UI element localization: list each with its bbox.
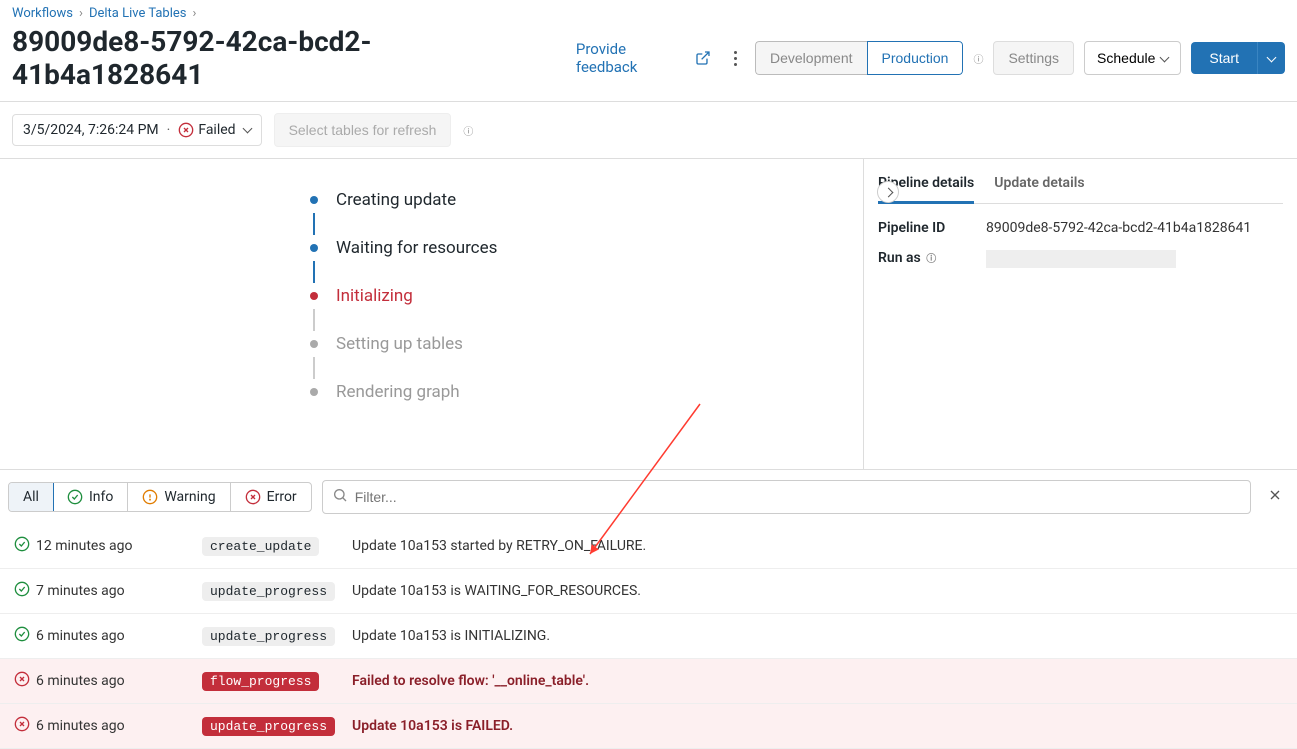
step-label: Rendering graph (336, 382, 460, 402)
log-filter-input[interactable] (322, 480, 1251, 514)
log-time: 6 minutes ago (36, 673, 202, 689)
log-message: Update 10a153 is INITIALIZING. (352, 628, 550, 644)
env-toggle: Development Production (755, 41, 963, 75)
breadcrumb-sep-icon: › (79, 6, 83, 21)
success-icon (67, 489, 83, 505)
log-tag: update_progress (202, 627, 335, 646)
log-message: Failed to resolve flow: '__online_table'… (352, 673, 589, 689)
log-tag: create_update (202, 537, 319, 556)
refresh-info-icon[interactable]: ⓘ (463, 123, 473, 138)
breadcrumb-dlt[interactable]: Delta Live Tables (89, 6, 187, 21)
schedule-button[interactable]: Schedule (1084, 41, 1181, 75)
progress-panel: Creating update Waiting for resources In… (0, 159, 863, 469)
page-title: 89009de8-5792-42ca-bcd2-41b4a1828641 (12, 25, 562, 91)
log-filter-label: Warning (164, 489, 215, 505)
start-button[interactable]: Start (1191, 42, 1257, 74)
start-dropdown-button[interactable] (1257, 42, 1285, 74)
log-row[interactable]: 6 minutes agoupdate_progress Update 10a15… (0, 614, 1297, 659)
warning-icon (142, 489, 158, 505)
step-waiting-resources: Waiting for resources (310, 235, 863, 261)
production-button[interactable]: Production (867, 41, 964, 75)
log-filter-info[interactable]: Info (53, 483, 128, 511)
separator-dot-icon: · (167, 122, 171, 138)
success-icon (14, 581, 36, 601)
log-filter-all[interactable]: All (8, 482, 54, 512)
log-time: 6 minutes ago (36, 628, 202, 644)
run-status-label: Failed (198, 122, 235, 138)
log-message: Update 10a153 started by RETRY_ON_FAILUR… (352, 538, 646, 554)
chevron-down-icon (1161, 50, 1168, 66)
close-log-panel-button[interactable] (1261, 483, 1289, 511)
error-icon (245, 489, 261, 505)
external-link-icon (695, 50, 711, 66)
chevron-down-icon (1268, 51, 1275, 66)
log-time: 6 minutes ago (36, 718, 202, 734)
log-tag: update_progress (202, 717, 335, 736)
log-row[interactable]: 12 minutes agocreate_update Update 10a153… (0, 524, 1297, 569)
pipeline-id-value: 89009de8-5792-42ca-bcd2-41b4a1828641 (986, 220, 1251, 236)
step-creating-update: Creating update (310, 187, 863, 213)
log-row[interactable]: 6 minutes agoupdate_progress Update 10a15… (0, 704, 1297, 749)
run-as-info-icon[interactable]: ⓘ (926, 254, 936, 265)
run-as-label: Run as ⓘ (878, 250, 986, 268)
step-label: Setting up tables (336, 334, 463, 354)
kebab-menu-icon[interactable] (725, 51, 745, 66)
log-time: 7 minutes ago (36, 583, 202, 599)
log-filter-label: Error (267, 489, 297, 505)
log-filter-label: Info (89, 489, 113, 505)
env-info-icon[interactable]: ⓘ (973, 51, 983, 66)
success-icon (14, 626, 36, 646)
collapse-side-panel-button[interactable] (877, 181, 899, 203)
step-label: Creating update (336, 190, 456, 210)
error-icon (14, 671, 36, 691)
log-row[interactable]: 6 minutes agoflow_progress Failed to reso… (0, 659, 1297, 704)
step-setting-up-tables: Setting up tables (310, 331, 863, 357)
breadcrumb-sep-icon: › (193, 6, 197, 21)
schedule-label: Schedule (1097, 50, 1155, 66)
development-button[interactable]: Development (755, 41, 867, 75)
provide-feedback-link[interactable]: Provide feedback (576, 40, 711, 76)
log-message: Update 10a153 is WAITING_FOR_RESOURCES. (352, 583, 641, 599)
run-selector[interactable]: 3/5/2024, 7:26:24 PM · Failed (12, 114, 262, 146)
search-icon (332, 487, 348, 507)
log-row[interactable]: 7 minutes agoupdate_progress Update 10a15… (0, 569, 1297, 614)
run-as-value-redacted (986, 250, 1176, 268)
chevron-right-icon (885, 185, 892, 200)
run-timestamp: 3/5/2024, 7:26:24 PM (23, 122, 159, 138)
step-label: Waiting for resources (336, 238, 497, 258)
tab-update-details[interactable]: Update details (994, 169, 1084, 203)
success-icon (14, 536, 36, 556)
step-rendering-graph: Rendering graph (310, 379, 863, 405)
log-filter-warning[interactable]: Warning (128, 483, 230, 511)
error-icon (14, 716, 36, 736)
log-message: Update 10a153 is FAILED. (352, 718, 513, 734)
breadcrumb: Workflows › Delta Live Tables › (12, 6, 1285, 21)
step-initializing: Initializing (310, 283, 863, 309)
breadcrumb-workflows[interactable]: Workflows (12, 6, 73, 21)
step-label: Initializing (336, 286, 413, 306)
log-tag: update_progress (202, 582, 335, 601)
chevron-down-icon (244, 122, 251, 138)
select-tables-refresh-button[interactable]: Select tables for refresh (274, 113, 452, 147)
failed-status-icon (178, 122, 194, 138)
close-icon (1267, 487, 1283, 503)
feedback-label: Provide feedback (576, 40, 691, 76)
log-time: 12 minutes ago (36, 538, 202, 554)
pipeline-id-label: Pipeline ID (878, 220, 986, 236)
log-filter-error[interactable]: Error (231, 483, 311, 511)
settings-button[interactable]: Settings (993, 41, 1074, 75)
log-tag: flow_progress (202, 672, 319, 691)
